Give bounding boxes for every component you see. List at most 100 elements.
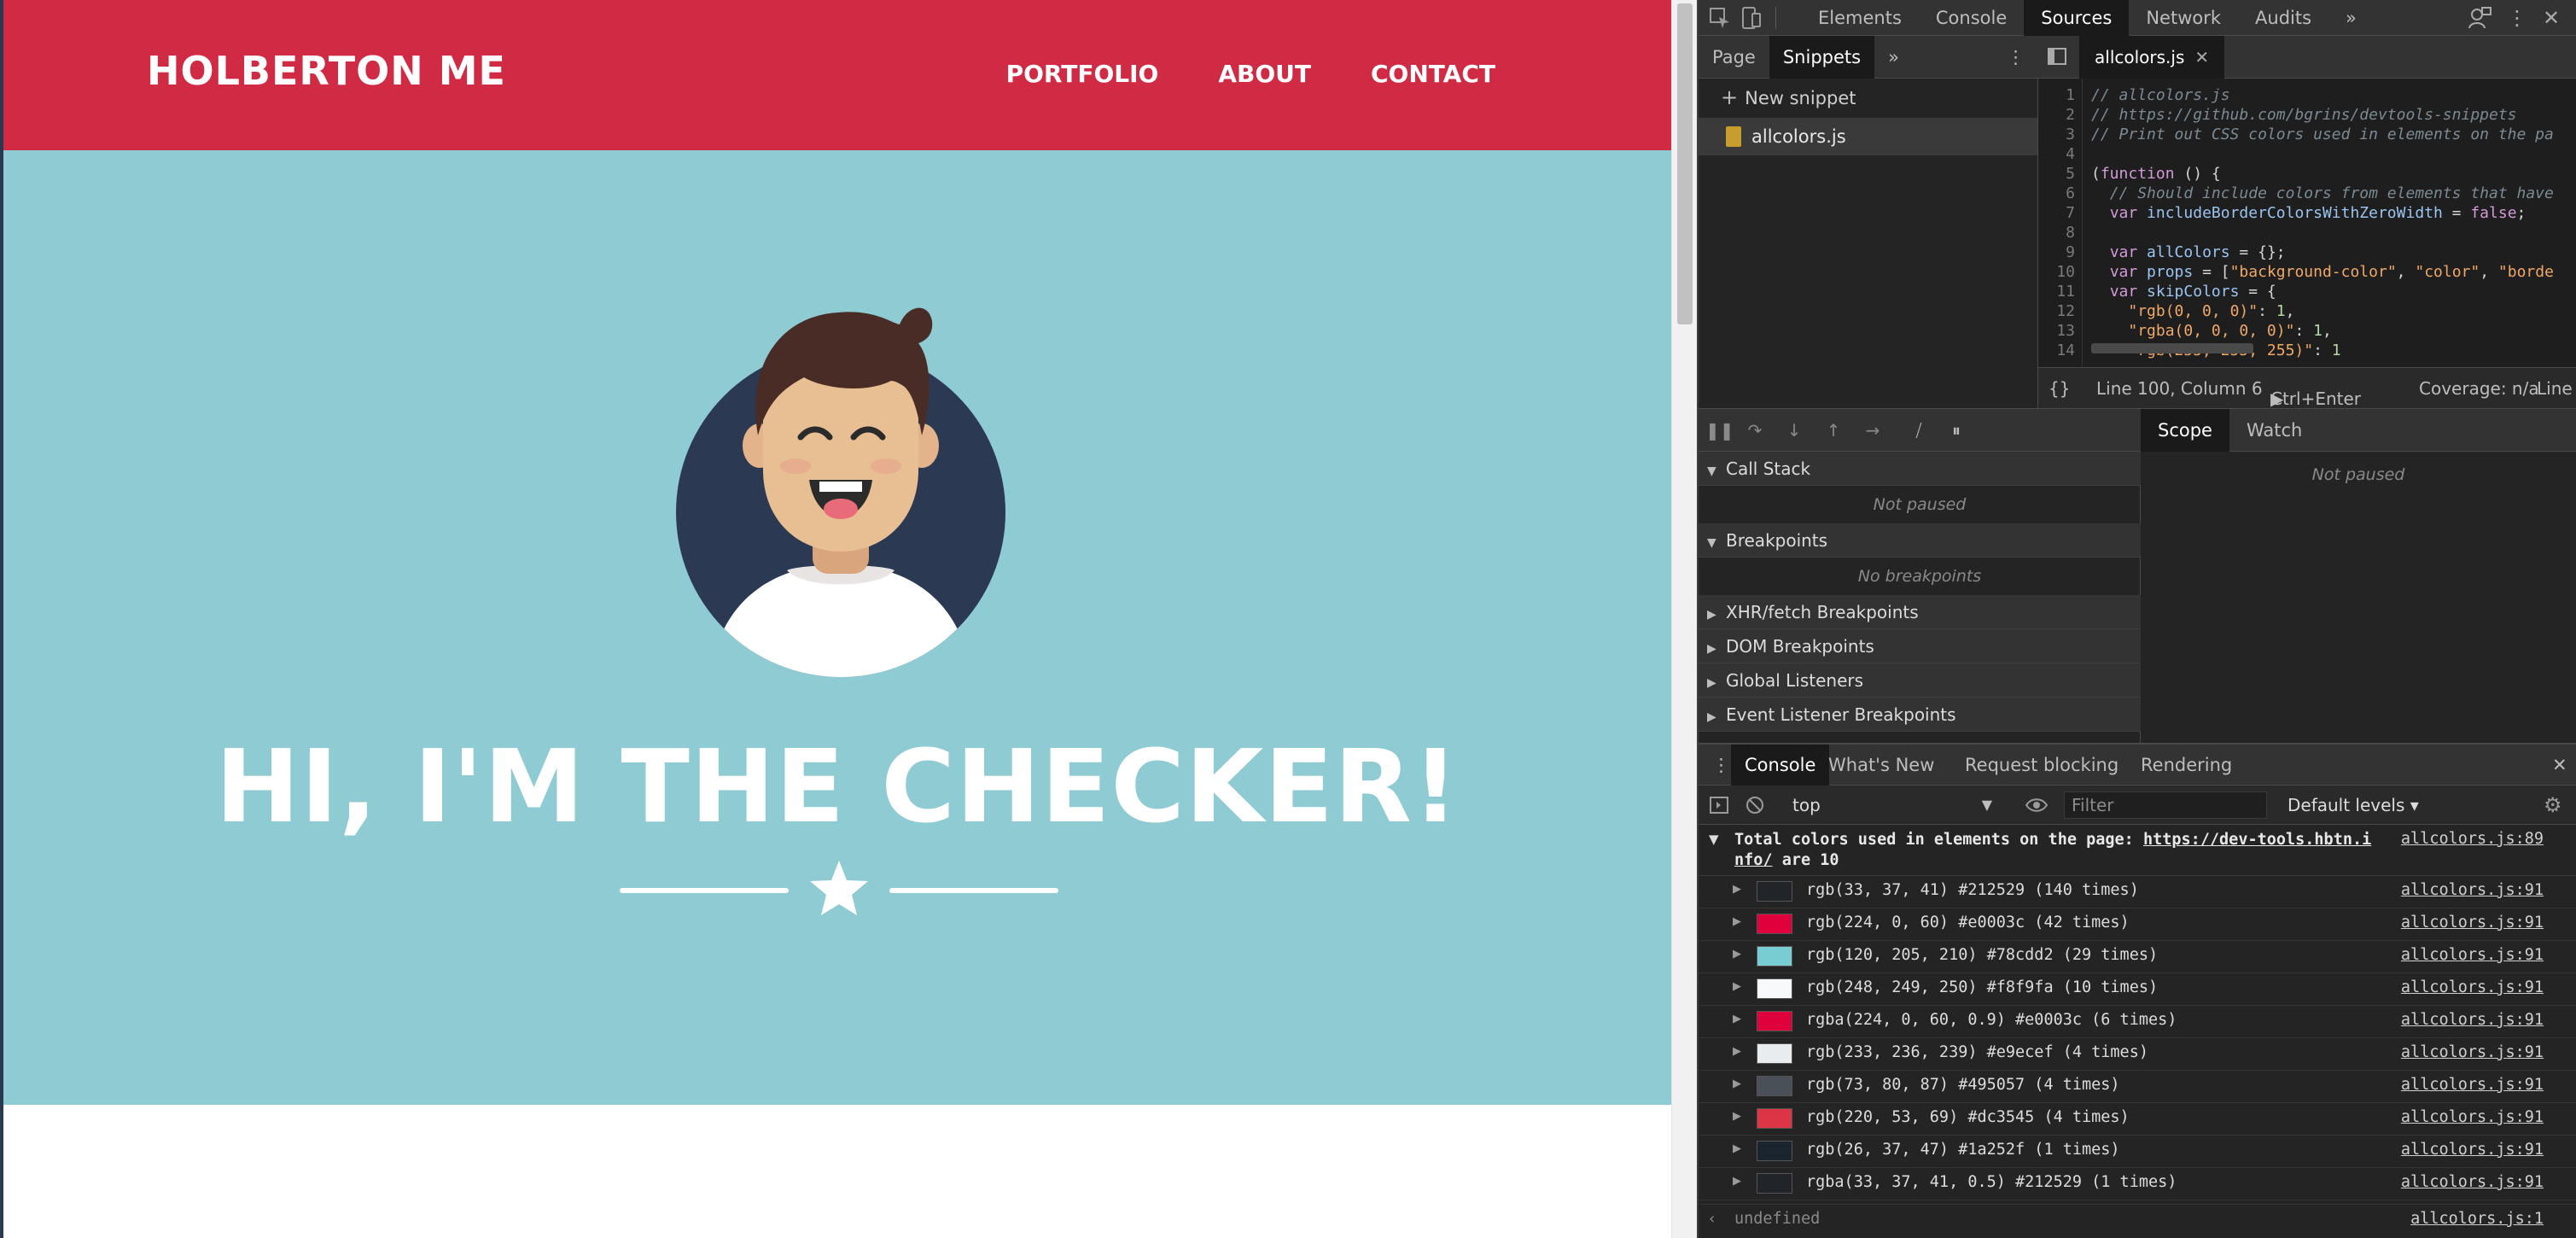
color-list-item[interactable]: ▶ rgba(224, 0, 60, 0.9) #e0003c (6 times)…: [1699, 1006, 2576, 1038]
color-list-item[interactable]: ▶ rgb(33, 37, 41) #212529 (140 times) allc…: [1699, 876, 2576, 908]
clear-console-icon[interactable]: [1745, 795, 1765, 815]
console-message-group[interactable]: ▼ Total colors used in elements on the p…: [1699, 825, 2576, 876]
console-source-link[interactable]: allcolors.js:91: [2401, 881, 2544, 899]
collapsed-triangle-icon[interactable]: ▶: [1733, 948, 1741, 961]
step-into-icon[interactable]: ↓: [1784, 420, 1804, 441]
color-list-item[interactable]: ▶ rgb(248, 249, 250) #f8f9fa (10 times) al…: [1699, 973, 2576, 1006]
pretty-print-icon[interactable]: {}: [2049, 378, 2070, 399]
editor-tabbar: allcolors.js ✕: [2038, 36, 2576, 79]
tab-network[interactable]: Network: [2129, 0, 2238, 36]
pause-on-exceptions-icon[interactable]: ⏸: [1946, 420, 1967, 441]
site-brand[interactable]: HOLBERTON ME: [147, 48, 506, 94]
step-over-icon[interactable]: ↷: [1745, 420, 1765, 441]
more-options-icon[interactable]: ⋮: [2504, 5, 2530, 31]
drawer-tab-request-blocking[interactable]: Request blocking: [1951, 745, 2132, 785]
tab-scope[interactable]: Scope: [2141, 409, 2229, 452]
feedback-icon[interactable]: [2467, 5, 2492, 31]
console-source-link[interactable]: allcolors.js:1: [2410, 1210, 2544, 1228]
summary-link[interactable]: https://dev-tools.hbtn.i: [2143, 831, 2371, 849]
color-list-item[interactable]: ▶ rgb(26, 37, 47) #1a252f (1 times) allcol…: [1699, 1136, 2576, 1168]
tab-audits[interactable]: Audits: [2238, 0, 2328, 36]
color-list-item[interactable]: ▶ rgba(33, 37, 41, 0.5) #212529 (1 times)…: [1699, 1168, 2576, 1200]
divider-line-left: [620, 888, 789, 893]
close-tab-icon[interactable]: ✕: [2194, 47, 2209, 67]
console-source-link[interactable]: allcolors.js:89: [2401, 830, 2544, 848]
step-out-icon[interactable]: ↑: [1823, 420, 1844, 441]
close-devtools-icon[interactable]: ✕: [2538, 5, 2564, 31]
console-source-link[interactable]: allcolors.js:91: [2401, 946, 2544, 964]
eye-icon[interactable]: [2025, 793, 2049, 817]
tab-snippets[interactable]: Snippets: [1769, 36, 1875, 79]
section-event-listener-breakpoints[interactable]: ▶ Event Listener Breakpoints: [1699, 698, 2141, 732]
inspect-element-icon[interactable]: [1707, 5, 1733, 31]
context-selector[interactable]: top ▼: [1792, 792, 1992, 818]
new-snippet-button[interactable]: + New snippet: [1721, 85, 1856, 109]
close-drawer-icon[interactable]: ✕: [2538, 745, 2576, 785]
color-list-item[interactable]: ▶ rgb(224, 0, 60) #e0003c (42 times) allco…: [1699, 908, 2576, 941]
nav-link-about[interactable]: ABOUT: [1218, 60, 1311, 88]
section-label: Global Listeners: [1726, 670, 1864, 691]
console-settings-gear-icon[interactable]: ⚙: [2544, 794, 2566, 816]
color-list-item[interactable]: ▶ rgb(233, 236, 239) #e9ecef (4 times) all…: [1699, 1038, 2576, 1071]
console-source-link[interactable]: allcolors.js:91: [2401, 1076, 2544, 1094]
console-sidebar-icon[interactable]: [1709, 795, 1729, 815]
nav-link-portfolio[interactable]: PORTFOLIO: [1006, 60, 1159, 88]
console-source-link[interactable]: allcolors.js:91: [2401, 914, 2544, 931]
color-list-item[interactable]: ▶ rgb(73, 80, 87) #495057 (4 times) allcol…: [1699, 1071, 2576, 1103]
collapsed-triangle-icon[interactable]: ▶: [1733, 1175, 1741, 1188]
section-call-stack[interactable]: ▼ Call Stack: [1699, 452, 2141, 486]
section-dom-breakpoints[interactable]: ▶ DOM Breakpoints: [1699, 629, 2141, 663]
deactivate-breakpoints-icon[interactable]: ⧸: [1909, 420, 1929, 441]
collapsed-triangle-icon[interactable]: ▶: [1733, 1013, 1741, 1025]
section-global-listeners[interactable]: ▶ Global Listeners: [1699, 663, 2141, 698]
snippet-item[interactable]: allcolors.js: [1699, 118, 2037, 155]
section-breakpoints[interactable]: ▼ Breakpoints: [1699, 523, 2141, 558]
page-scrollbar[interactable]: [1671, 0, 1697, 1238]
collapsed-triangle-icon[interactable]: ▶: [1733, 883, 1741, 896]
editor-horizontal-scrollbar[interactable]: [2091, 343, 2253, 353]
more-navigator-tabs-icon[interactable]: »: [1874, 36, 1913, 79]
tab-console[interactable]: Console: [1919, 0, 2024, 36]
summary-link-continued[interactable]: nfo/: [1734, 851, 1773, 869]
color-list-item[interactable]: ▶ rgb(120, 205, 210) #78cdd2 (29 times) al…: [1699, 941, 2576, 973]
color-swatch: [1757, 881, 1792, 902]
section-xhr-breakpoints[interactable]: ▶ XHR/fetch Breakpoints: [1699, 595, 2141, 629]
collapsed-triangle-icon[interactable]: ▶: [1733, 1077, 1741, 1090]
more-tabs-icon[interactable]: »: [2328, 0, 2374, 36]
console-source-link[interactable]: allcolors.js:91: [2401, 1141, 2544, 1159]
color-swatch: [1757, 1141, 1792, 1161]
console-source-link[interactable]: allcolors.js:91: [2401, 1011, 2544, 1029]
console-filter-input[interactable]: [2064, 791, 2267, 819]
page-scrollbar-thumb[interactable]: [1677, 3, 1693, 324]
console-source-link[interactable]: allcolors.js:91: [2401, 1108, 2544, 1126]
tab-elements[interactable]: Elements: [1801, 0, 1919, 36]
nav-link-contact[interactable]: CONTACT: [1371, 60, 1495, 88]
drawer-tab-whats-new[interactable]: What's New: [1815, 745, 1948, 785]
console-source-link[interactable]: allcolors.js:91: [2401, 1043, 2544, 1061]
debugger-toolbar: ❚❚ ↷ ↓ ↑ → ⧸ ⏸: [1699, 409, 2141, 452]
collapsed-triangle-icon[interactable]: ▶: [1733, 980, 1741, 993]
collapsed-triangle-icon[interactable]: ▶: [1733, 915, 1741, 928]
navigator-menu-icon[interactable]: ⋮: [1993, 36, 2038, 79]
tab-watch[interactable]: Watch: [2229, 409, 2319, 452]
code-content[interactable]: // allcolors.js // https://github.com/bgr…: [2091, 79, 2576, 367]
editor-file-tab-label: allcolors.js: [2095, 47, 2185, 67]
collapsed-triangle-icon[interactable]: ▶: [1733, 1110, 1741, 1123]
toggle-navigator-icon[interactable]: [2047, 46, 2067, 67]
console-source-link[interactable]: allcolors.js:91: [2401, 978, 2544, 996]
collapsed-triangle-icon[interactable]: ▶: [1733, 1045, 1741, 1058]
collapsed-triangle-icon[interactable]: ▶: [1733, 1142, 1741, 1155]
console-source-link[interactable]: allcolors.js:91: [2401, 1173, 2544, 1191]
log-levels-select[interactable]: Default levels ▾: [2288, 792, 2419, 818]
drawer-tab-rendering[interactable]: Rendering: [2127, 745, 2246, 785]
step-icon[interactable]: →: [1862, 420, 1883, 441]
hero-title: HI, I'M THE CHECKER!: [215, 727, 1460, 845]
tab-page[interactable]: Page: [1699, 36, 1769, 79]
editor-file-tab[interactable]: allcolors.js ✕: [2079, 36, 2225, 79]
device-toolbar-icon[interactable]: [1738, 5, 1763, 31]
divider-line-right: [889, 888, 1058, 893]
color-entry-text: rgb(220, 53, 69) #dc3545 (4 times): [1806, 1108, 2130, 1126]
pause-icon[interactable]: ❚❚: [1705, 420, 1734, 441]
tab-sources[interactable]: Sources: [2024, 0, 2130, 36]
color-list-item[interactable]: ▶ rgb(220, 53, 69) #dc3545 (4 times) allco…: [1699, 1103, 2576, 1136]
